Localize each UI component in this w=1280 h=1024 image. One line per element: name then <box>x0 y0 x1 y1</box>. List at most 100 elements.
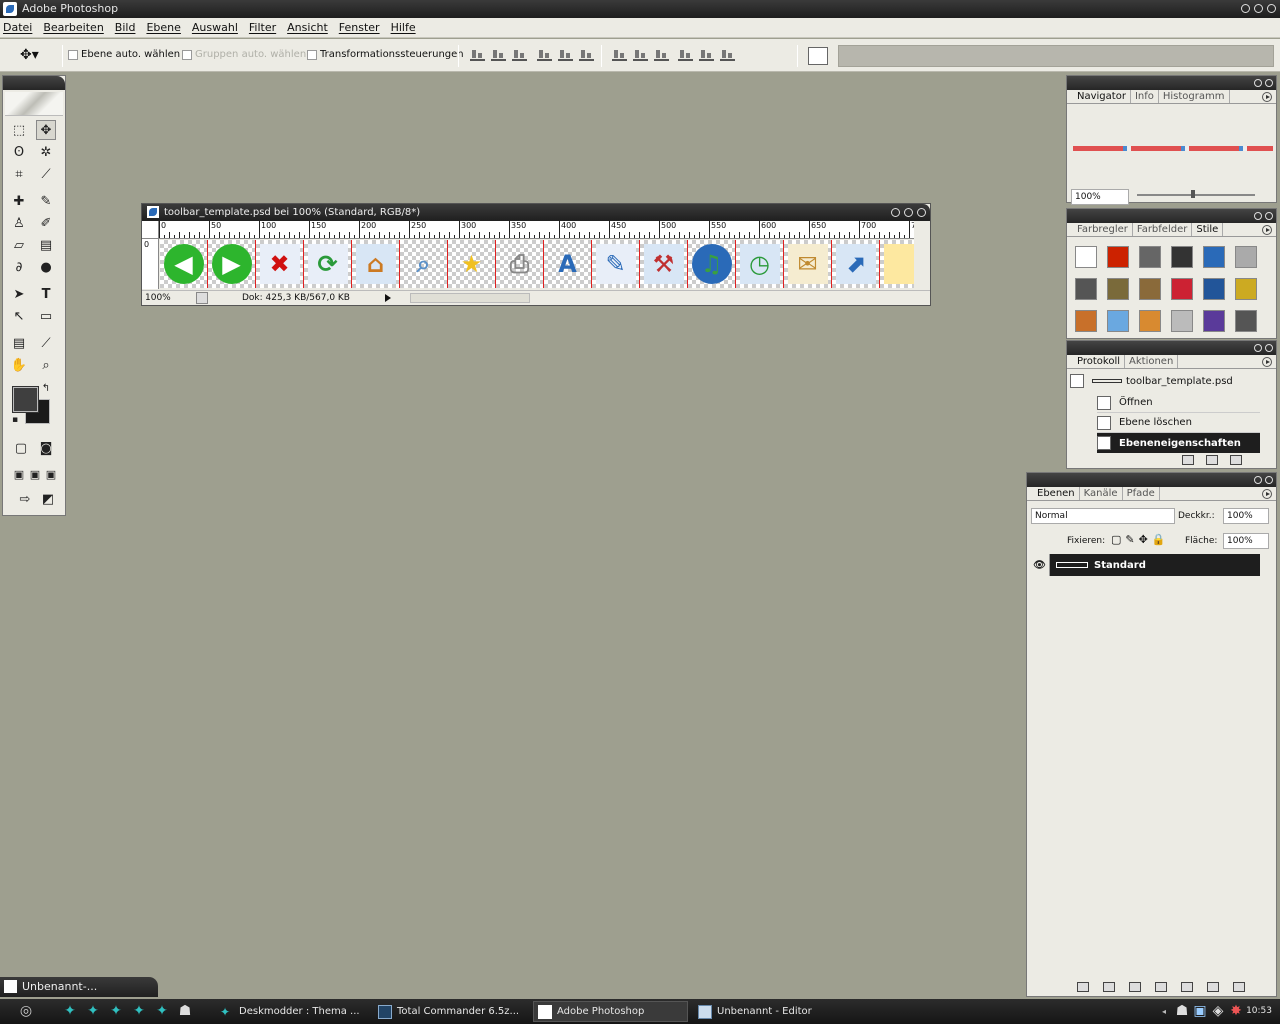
doc-minimize-button[interactable] <box>891 208 900 217</box>
stamp-tool-icon[interactable]: ♙ <box>9 213 29 233</box>
close-button[interactable] <box>1267 4 1276 13</box>
ruler-origin[interactable] <box>142 221 159 239</box>
quicklaunch-icon[interactable]: ✦ <box>62 1003 78 1019</box>
navigator-zoom-field[interactable]: 100% <box>1071 189 1129 205</box>
tab-protokoll[interactable]: Protokoll <box>1073 355 1126 368</box>
layer-style-icon[interactable] <box>1103 982 1115 992</box>
document-canvas[interactable]: ◀ ▶ ✖ ⟳ ⌂ ⌕ ★ ⎙ A ✎ ⚒ ♫ ◷ ✉ ⬈ <box>160 240 914 288</box>
document-title-bar[interactable]: toolbar_template.psd bei 100% (Standard,… <box>142 204 930 221</box>
pen-tool-icon[interactable]: ↖ <box>9 306 29 326</box>
foreground-color-swatch[interactable] <box>12 386 39 413</box>
status-icon[interactable] <box>196 292 208 304</box>
quickmask-mode-icon[interactable]: ◙ <box>36 438 56 458</box>
menu-ansicht[interactable]: Ansicht <box>287 21 328 34</box>
shape-tool-icon[interactable]: ▭ <box>36 306 56 326</box>
marquee-tool-icon[interactable]: ⬚ <box>9 120 29 140</box>
align-left-icon[interactable] <box>537 49 552 61</box>
align-bottom-icon[interactable] <box>512 49 527 61</box>
blur-tool-icon[interactable]: ∂ <box>9 257 29 277</box>
history-close-button[interactable] <box>1265 344 1273 352</box>
history-item[interactable]: Öffnen <box>1097 393 1260 413</box>
style-swatch[interactable] <box>1171 310 1193 332</box>
style-swatch[interactable] <box>1107 310 1129 332</box>
style-swatch[interactable] <box>1075 246 1097 268</box>
align-top-icon[interactable] <box>470 49 485 61</box>
tab-histogramm[interactable]: Histogramm <box>1159 90 1230 103</box>
quicklaunch-icon[interactable]: ✦ <box>85 1003 101 1019</box>
hand-tool-icon[interactable]: ✋ <box>9 355 29 375</box>
task-editor[interactable]: Unbenannt - Editor <box>694 1001 846 1022</box>
doc-close-button[interactable] <box>917 208 926 217</box>
history-brush-icon[interactable]: ✐ <box>36 213 56 233</box>
style-swatch[interactable] <box>1107 246 1129 268</box>
navigator-zoom-slider[interactable] <box>1137 194 1255 196</box>
history-collapse-button[interactable] <box>1254 344 1262 352</box>
notes-tool-icon[interactable]: ▤ <box>9 333 29 353</box>
menu-fenster[interactable]: Fenster <box>339 21 380 34</box>
style-swatch[interactable] <box>1075 278 1097 300</box>
crop-tool-icon[interactable]: ⌗ <box>9 164 29 184</box>
navigator-menu-icon[interactable] <box>1262 92 1272 102</box>
history-item-selected[interactable]: Ebeneneigenschaften <box>1097 433 1260 453</box>
distribute-bottom-icon[interactable] <box>654 49 669 61</box>
style-swatch[interactable] <box>1171 246 1193 268</box>
dodge-tool-icon[interactable]: ● <box>36 257 56 277</box>
new-document-from-state-icon[interactable] <box>1182 455 1194 465</box>
styles-close-button[interactable] <box>1265 212 1273 220</box>
distribute-left-icon[interactable] <box>678 49 693 61</box>
brush-tool-icon[interactable]: ✎ <box>36 191 56 211</box>
style-swatch[interactable] <box>1203 310 1225 332</box>
transform-controls-checkbox[interactable] <box>307 49 317 60</box>
eraser-tool-icon[interactable]: ▱ <box>9 235 29 255</box>
menu-bild[interactable]: Bild <box>115 21 136 34</box>
new-group-icon[interactable] <box>1181 982 1193 992</box>
menu-filter[interactable]: Filter <box>249 21 276 34</box>
new-layer-icon[interactable] <box>1207 982 1219 992</box>
menu-auswahl[interactable]: Auswahl <box>192 21 238 34</box>
horizontal-scrollbar[interactable] <box>410 293 530 303</box>
new-snapshot-icon[interactable] <box>1206 455 1218 465</box>
transform-controls-option[interactable]: Transformationssteuerungen <box>307 49 464 60</box>
move-tool-preset-icon[interactable]: ✥▾ <box>20 47 39 63</box>
screen-mode-full-icon[interactable]: ▣ <box>41 464 61 484</box>
tab-ebenen[interactable]: Ebenen <box>1033 487 1080 500</box>
tab-stile[interactable]: Stile <box>1192 223 1224 236</box>
style-swatch[interactable] <box>1235 246 1257 268</box>
layer-row[interactable]: 👁 Standard <box>1030 554 1260 576</box>
layers-close-button[interactable] <box>1265 476 1273 484</box>
layers-menu-icon[interactable] <box>1262 489 1272 499</box>
lock-options-icon[interactable]: ▢✎✥🔒 <box>1111 533 1170 546</box>
distribute-right-icon[interactable] <box>720 49 735 61</box>
tab-pfade[interactable]: Pfade <box>1123 487 1160 500</box>
slice-tool-icon[interactable]: ⟋ <box>36 164 56 184</box>
start-button-icon[interactable]: ◎ <box>18 1003 34 1019</box>
align-vcenter-icon[interactable] <box>491 49 506 61</box>
style-swatch[interactable] <box>1139 310 1161 332</box>
magic-wand-icon[interactable]: ✲ <box>36 142 56 162</box>
type-tool-icon[interactable]: T <box>36 284 56 304</box>
maximize-button[interactable] <box>1254 4 1263 13</box>
path-select-icon[interactable]: ➤ <box>9 284 29 304</box>
navigator-close-button[interactable] <box>1265 79 1273 87</box>
style-swatch[interactable] <box>1107 278 1129 300</box>
minimized-document[interactable]: Unbenannt-... <box>0 977 158 997</box>
auto-select-layer-option[interactable]: Ebene auto. wählen <box>68 49 180 60</box>
style-swatch[interactable] <box>1203 278 1225 300</box>
tab-navigator[interactable]: Navigator <box>1073 90 1131 103</box>
menu-datei[interactable]: Datei <box>3 21 32 34</box>
tab-aktionen[interactable]: Aktionen <box>1125 355 1179 368</box>
task-photoshop[interactable]: Adobe Photoshop <box>533 1001 688 1022</box>
align-right-icon[interactable] <box>579 49 594 61</box>
layers-collapse-button[interactable] <box>1254 476 1262 484</box>
security-icon[interactable]: ✸ <box>1228 1003 1244 1019</box>
quicklaunch-icon[interactable]: ☗ <box>177 1003 193 1019</box>
history-trash-icon[interactable] <box>1230 455 1242 465</box>
tab-farbfelder[interactable]: Farbfelder <box>1133 223 1193 236</box>
style-swatch[interactable] <box>1203 246 1225 268</box>
adjustment-layer-icon[interactable] <box>1155 982 1167 992</box>
navigator-thumbnail[interactable] <box>1073 146 1273 151</box>
quicklaunch-icon[interactable]: ✦ <box>131 1003 147 1019</box>
doc-zoom-field[interactable]: 100% <box>145 293 191 303</box>
history-menu-icon[interactable] <box>1262 357 1272 367</box>
fill-field[interactable]: 100% <box>1223 533 1269 549</box>
